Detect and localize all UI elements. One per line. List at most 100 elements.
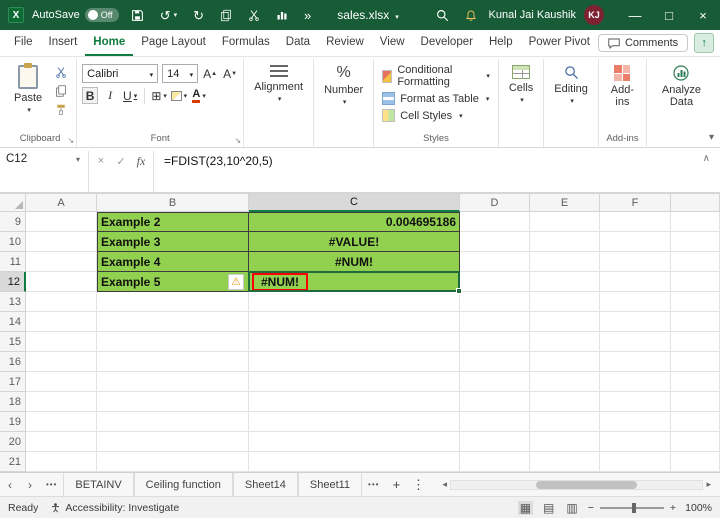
cell-C20[interactable] bbox=[249, 432, 460, 452]
cell-C18[interactable] bbox=[249, 392, 460, 412]
column-header-B[interactable]: B bbox=[97, 194, 249, 212]
cell-A11[interactable] bbox=[26, 252, 97, 272]
scissors-icon[interactable] bbox=[244, 7, 264, 23]
copy-small-icon[interactable] bbox=[51, 83, 71, 99]
sheet-tab-ceiling-function[interactable]: Ceiling function bbox=[133, 473, 233, 496]
row-header-10[interactable]: 10 bbox=[0, 232, 26, 252]
cell-C9[interactable]: 0.004695186 bbox=[249, 212, 460, 232]
cell-C10[interactable]: #VALUE! bbox=[249, 232, 460, 252]
cell-A17[interactable] bbox=[26, 372, 97, 392]
comments-button[interactable]: Comments bbox=[597, 34, 689, 52]
cell-E13[interactable] bbox=[530, 292, 600, 312]
scroll-left-icon[interactable]: ◂ bbox=[439, 479, 450, 490]
fill-color-button[interactable] bbox=[171, 87, 187, 104]
cell-F11[interactable] bbox=[600, 252, 671, 272]
cell-D14[interactable] bbox=[460, 312, 530, 332]
file-menu-caret-icon[interactable] bbox=[393, 8, 399, 22]
collapse-ribbon-icon[interactable]: ▾ bbox=[709, 132, 714, 143]
menu-tab-data[interactable]: Data bbox=[278, 30, 318, 56]
accessibility-checker[interactable]: Accessibility: Investigate bbox=[50, 502, 179, 514]
avatar[interactable]: KJ bbox=[584, 5, 604, 25]
maximize-button[interactable]: □ bbox=[652, 0, 686, 30]
more-sheets-left-icon[interactable]: ••• bbox=[40, 473, 63, 496]
alignment-button[interactable]: Alignment bbox=[249, 61, 308, 106]
font-name-combo[interactable]: Calibri bbox=[82, 64, 159, 83]
font-color-button[interactable]: A bbox=[191, 87, 207, 104]
cell-B12[interactable]: Example 5 ⚠ bbox=[97, 272, 249, 292]
sheet-tab-betainv[interactable]: BETAINV bbox=[63, 473, 134, 496]
select-all-corner[interactable] bbox=[0, 194, 26, 212]
italic-button[interactable]: I bbox=[102, 87, 118, 104]
cell-B19[interactable] bbox=[97, 412, 249, 432]
cell-F12[interactable] bbox=[600, 272, 671, 292]
formula-input[interactable]: =FDIST(23,10^20,5) bbox=[156, 151, 693, 168]
cell-E18[interactable] bbox=[530, 392, 600, 412]
cell-A19[interactable] bbox=[26, 412, 97, 432]
row-header-13[interactable]: 13 bbox=[0, 292, 26, 312]
paste-button[interactable]: Paste bbox=[9, 61, 47, 117]
cell-B18[interactable] bbox=[97, 392, 249, 412]
cell-E21[interactable] bbox=[530, 452, 600, 472]
row-header-14[interactable]: 14 bbox=[0, 312, 26, 332]
cell-E17[interactable] bbox=[530, 372, 600, 392]
cell-C11[interactable]: #NUM! bbox=[249, 252, 460, 272]
cell-A12[interactable] bbox=[26, 272, 97, 292]
cell-F21[interactable] bbox=[600, 452, 671, 472]
chart-icon[interactable] bbox=[272, 7, 292, 23]
file-name[interactable]: sales.xlsx bbox=[337, 8, 389, 22]
page-layout-view-icon[interactable]: ▤ bbox=[541, 501, 556, 515]
cell-E10[interactable] bbox=[530, 232, 600, 252]
cell-D20[interactable] bbox=[460, 432, 530, 452]
column-header-A[interactable]: A bbox=[26, 194, 97, 212]
cell-C15[interactable] bbox=[249, 332, 460, 352]
cell-D21[interactable] bbox=[460, 452, 530, 472]
cell-D9[interactable] bbox=[460, 212, 530, 232]
redo-icon[interactable]: ↻ bbox=[189, 7, 208, 24]
increase-font-size-button[interactable]: A ▲ bbox=[202, 65, 218, 82]
row-header-19[interactable]: 19 bbox=[0, 412, 26, 432]
sheet-tab-sheet11[interactable]: Sheet11 bbox=[297, 473, 363, 496]
row-header-21[interactable]: 21 bbox=[0, 452, 26, 472]
save-icon[interactable] bbox=[127, 7, 148, 24]
cell-E14[interactable] bbox=[530, 312, 600, 332]
cell-F20[interactable] bbox=[600, 432, 671, 452]
menu-tab-developer[interactable]: Developer bbox=[413, 30, 481, 56]
row-header-11[interactable]: 11 bbox=[0, 252, 26, 272]
cell-B21[interactable] bbox=[97, 452, 249, 472]
cell-A15[interactable] bbox=[26, 332, 97, 352]
addins-button[interactable]: Add-ins bbox=[604, 61, 641, 110]
minimize-button[interactable]: — bbox=[618, 0, 652, 30]
clipboard-dialog-launcher-icon[interactable]: ↘ bbox=[67, 136, 74, 145]
bold-button[interactable]: B bbox=[82, 87, 99, 104]
cell-D11[interactable] bbox=[460, 252, 530, 272]
number-button[interactable]: % Number bbox=[319, 61, 368, 109]
share-button[interactable]: ↑ bbox=[694, 33, 715, 53]
user-name[interactable]: Kunal Jai Kaushik bbox=[489, 9, 576, 21]
cell-D19[interactable] bbox=[460, 412, 530, 432]
enter-icon[interactable]: ✓ bbox=[111, 151, 131, 171]
column-header-C[interactable]: C bbox=[249, 194, 460, 212]
cut-icon[interactable] bbox=[51, 64, 71, 80]
error-checking-button[interactable]: ⚠ bbox=[228, 274, 244, 290]
close-button[interactable]: × bbox=[686, 0, 720, 30]
menu-tab-insert[interactable]: Insert bbox=[41, 30, 86, 56]
cell-C12[interactable]: #NUM! bbox=[248, 271, 462, 294]
insert-function-icon[interactable]: fx bbox=[131, 151, 151, 171]
cell-C19[interactable] bbox=[249, 412, 460, 432]
cell-F10[interactable] bbox=[600, 232, 671, 252]
cell-B10[interactable]: Example 3 bbox=[97, 232, 249, 252]
cell-B14[interactable] bbox=[97, 312, 249, 332]
zoom-in-button[interactable]: + bbox=[670, 502, 676, 514]
underline-button[interactable]: U bbox=[122, 87, 138, 104]
menu-tab-help[interactable]: Help bbox=[481, 30, 521, 56]
cell-styles-button[interactable]: Cell Styles bbox=[379, 108, 493, 123]
cell-A9[interactable] bbox=[26, 212, 97, 232]
fill-handle[interactable] bbox=[456, 288, 462, 294]
cell-F9[interactable] bbox=[600, 212, 671, 232]
cell-F19[interactable] bbox=[600, 412, 671, 432]
bell-icon[interactable] bbox=[461, 7, 481, 24]
cell-B11[interactable]: Example 4 bbox=[97, 252, 249, 272]
row-header-16[interactable]: 16 bbox=[0, 352, 26, 372]
page-break-view-icon[interactable]: ▥ bbox=[564, 501, 579, 515]
row-header-17[interactable]: 17 bbox=[0, 372, 26, 392]
